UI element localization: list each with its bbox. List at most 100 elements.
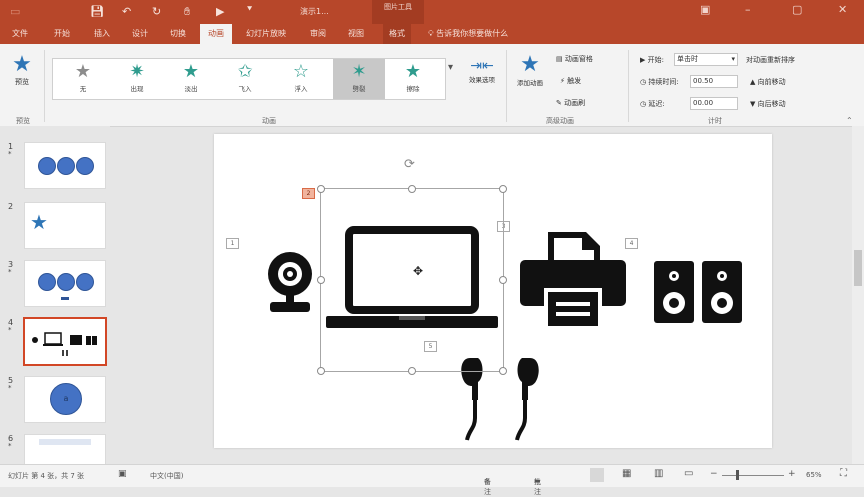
slide-number: 1 *	[8, 142, 14, 158]
ribbon-display-icon[interactable]: ▣	[700, 3, 710, 16]
start-dropdown[interactable]: 单击时 ▾	[674, 53, 738, 66]
webcam-icon[interactable]	[262, 250, 318, 314]
circle-shape	[57, 273, 75, 291]
move-later-button[interactable]: ▼ 向后移动	[750, 99, 786, 109]
reading-view-icon[interactable]: ▥	[654, 468, 663, 479]
start-value: 单击时	[677, 55, 698, 63]
tab-slideshow[interactable]: 幻灯片放映	[246, 28, 286, 39]
animation-none[interactable]: ★ 无	[57, 59, 109, 99]
printer-icon[interactable]	[518, 230, 628, 330]
resize-handle[interactable]	[317, 367, 325, 375]
tab-file[interactable]: 文件	[12, 28, 28, 39]
animation-gallery: ★ 无 ✷ 出现 ★ 淡出 ✩ 飞入 ☆ 浮入 ✶ 劈裂 ★ 擦除	[52, 58, 446, 100]
trigger-button[interactable]: ⚡︎ 触发	[560, 76, 581, 86]
status-bar: 幻灯片 第 4 张，共 7 张 ▣ 中文(中国) ≡ 备注 ▬ 批注 ▦ ▥ ▭…	[0, 464, 864, 496]
zoom-level[interactable]: 65%	[806, 471, 822, 479]
zoom-in-icon[interactable]: +	[788, 469, 796, 479]
rotate-handle-icon[interactable]: ⟳	[404, 157, 415, 172]
circle-shape: a	[50, 383, 82, 415]
normal-view-icon[interactable]	[590, 468, 604, 482]
start-from-beginning-icon[interactable]: ▶	[216, 5, 224, 18]
resize-handle[interactable]	[499, 276, 507, 284]
tab-view[interactable]: 视图	[348, 28, 364, 39]
tell-me-box[interactable]: 💡︎ 告诉我你想要做什么	[428, 28, 508, 39]
collapse-ribbon-icon[interactable]: ⌃	[846, 116, 853, 125]
resize-handle[interactable]	[408, 185, 416, 193]
animation-float-in[interactable]: ☆ 浮入	[275, 59, 327, 99]
redo-icon[interactable]: ↻	[152, 5, 161, 18]
slide-number: 2	[8, 202, 14, 211]
move-earlier-button[interactable]: ▲ 向前移动	[750, 77, 786, 87]
reorder-label: 对动画重新排序	[746, 56, 795, 64]
animation-painter-button[interactable]: ✎ 动画刷	[556, 98, 585, 108]
zoom-out-icon[interactable]: −	[710, 469, 718, 479]
slide-thumb-3[interactable]	[24, 260, 106, 307]
tab-insert[interactable]: 插入	[94, 28, 110, 39]
star-shape-icon: ★	[30, 210, 48, 234]
group-separator	[44, 50, 45, 122]
circle-shape	[38, 273, 56, 291]
animation-fade[interactable]: ★ 淡出	[165, 59, 217, 99]
slide-thumb-2[interactable]: ★	[24, 202, 106, 249]
group-separator	[506, 50, 507, 122]
minimize-icon[interactable]: –	[745, 3, 751, 16]
add-animation-button[interactable]: ★ 添加动画	[510, 52, 550, 87]
delay-value: 00.00	[693, 99, 714, 107]
tab-format[interactable]: 格式	[383, 24, 411, 44]
circle-shape	[38, 157, 56, 175]
slide-sorter-icon[interactable]: ▦	[622, 468, 631, 479]
slideshow-icon[interactable]: ▭	[684, 468, 693, 479]
animation-split[interactable]: ✶ 劈裂	[333, 59, 385, 99]
speakers-icon[interactable]	[652, 259, 744, 325]
animation-tag-selected[interactable]: 2	[302, 188, 315, 199]
undo-icon[interactable]: ↶	[122, 5, 131, 18]
scrollbar-thumb[interactable]	[854, 250, 862, 286]
painter-icon: ✎	[556, 99, 565, 107]
resize-handle[interactable]	[499, 185, 507, 193]
customize-toolbar-icon[interactable]: ⯆	[246, 5, 253, 15]
tell-me-text: 告诉我你想要做什么	[436, 29, 509, 38]
down-arrow-icon: ▼	[750, 100, 758, 108]
save-icon[interactable]: 💾︎	[90, 5, 104, 18]
slide-count: 幻灯片 第 4 张，共 7 张	[8, 472, 85, 480]
animation-fly-in[interactable]: ✩ 飞入	[219, 59, 271, 99]
animation-appear[interactable]: ✷ 出现	[111, 59, 163, 99]
fit-to-window-icon[interactable]: ⛶	[840, 468, 847, 479]
gallery-more-icon[interactable]: ▾	[448, 62, 453, 73]
resize-handle[interactable]	[499, 367, 507, 375]
preview-button[interactable]: ★ 预览	[8, 52, 36, 87]
star-wipe-icon: ★	[404, 61, 422, 82]
slide-thumb-5[interactable]: a	[24, 376, 106, 423]
add-animation-label: 添加动画	[517, 79, 543, 87]
resize-handle[interactable]	[317, 276, 325, 284]
slide-thumb-1[interactable]	[24, 142, 106, 189]
spellcheck-icon[interactable]: ▣	[118, 469, 127, 479]
zoom-slider-thumb[interactable]	[736, 470, 739, 480]
animation-pane-button[interactable]: ▤ 动画窗格	[556, 54, 593, 64]
animation-float-in-label: 浮入	[294, 85, 308, 93]
bar-shape	[61, 297, 69, 300]
star-float-icon: ☆	[292, 61, 310, 82]
effect-options-icon: ⇥⇤	[470, 58, 494, 74]
slide-thumb-4[interactable]	[23, 317, 107, 366]
resize-handle[interactable]	[408, 367, 416, 375]
tab-home[interactable]: 开始	[54, 28, 70, 39]
up-arrow-icon: ▲	[750, 78, 758, 86]
slide-thumb-6[interactable]	[24, 434, 106, 465]
vertical-scrollbar[interactable]	[852, 126, 864, 464]
duration-input[interactable]: 00.50	[690, 75, 738, 88]
touch-mode-icon[interactable]: ✋︎	[184, 5, 190, 19]
effect-options-button[interactable]: ⇥⇤ 效果选项	[462, 58, 502, 84]
delay-input[interactable]: 00.00	[690, 97, 738, 110]
tab-design[interactable]: 设计	[132, 28, 148, 39]
animation-wipe[interactable]: ★ 擦除	[387, 59, 439, 99]
animation-tag[interactable]: 1	[226, 238, 239, 249]
maximize-icon[interactable]: ▢	[792, 3, 802, 16]
tab-animations[interactable]: 动画	[200, 24, 232, 44]
tab-review[interactable]: 审阅	[310, 28, 326, 39]
zoom-slider[interactable]	[722, 475, 784, 476]
resize-handle[interactable]	[317, 185, 325, 193]
language-indicator[interactable]: 中文(中国)	[150, 471, 183, 481]
tab-transitions[interactable]: 切换	[170, 28, 186, 39]
close-icon[interactable]: ✕	[838, 3, 847, 16]
